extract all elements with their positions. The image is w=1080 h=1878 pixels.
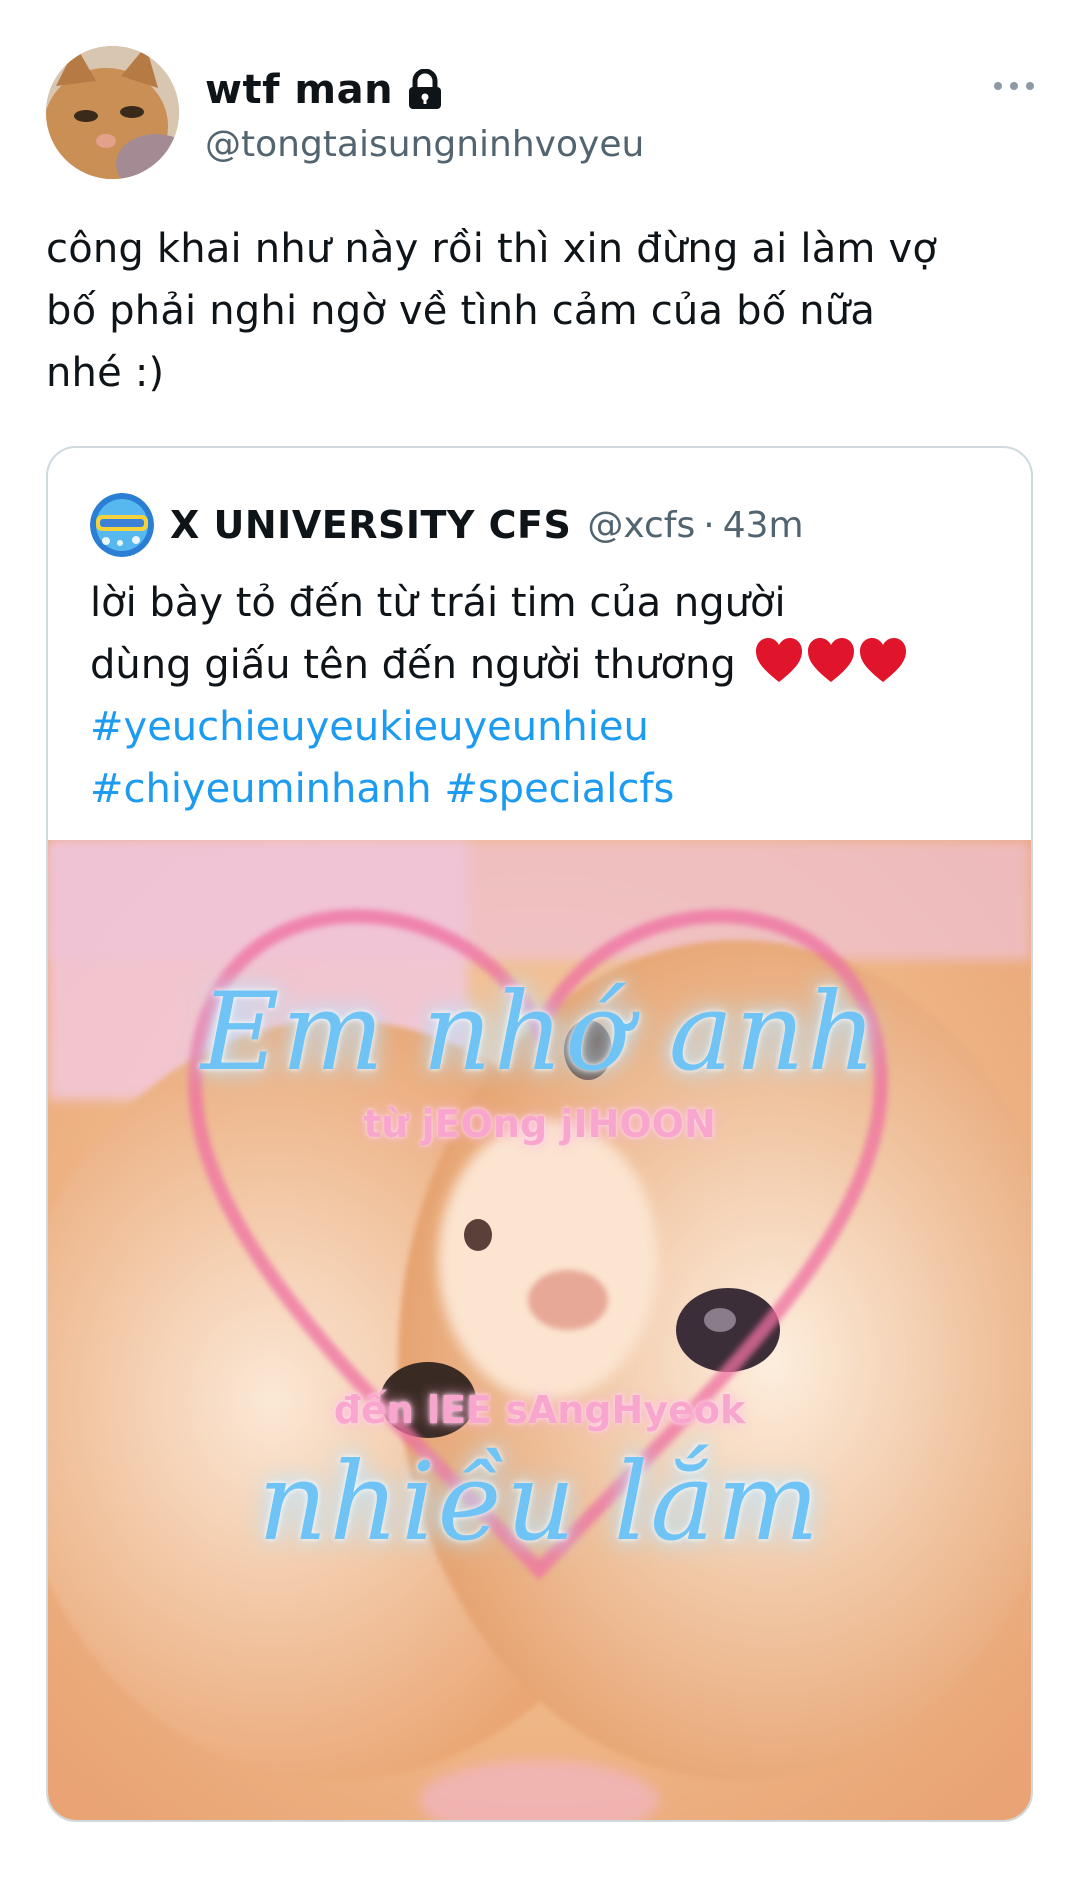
avatar[interactable] [46, 46, 179, 179]
quoted-text-line: lời bày tỏ đến từ trái tim của người [90, 580, 786, 626]
hashtag-line: #chiyeuminhanh #specialcfs [90, 758, 1000, 820]
quoted-tweet-header: X UNIVERSITY CFS @xcfs · 43m [90, 492, 804, 558]
display-name-row: wtf man [205, 60, 443, 120]
quoted-tweet-text: lời bày tỏ đến từ trái tim của người dùn… [90, 572, 1000, 820]
hashtag-link[interactable]: #specialcfs [444, 766, 674, 812]
tweet-text-line: nhé :) [46, 350, 165, 396]
hashtag-link[interactable]: #chiyeuminhanh [90, 766, 432, 812]
cat-avatar-image [46, 46, 179, 179]
display-name[interactable]: wtf man [205, 67, 393, 113]
quoted-tweet-card[interactable]: X UNIVERSITY CFS @xcfs · 43m lời bày tỏ … [46, 446, 1033, 1822]
hashtag-line: #yeuchieuyeukieuyeunhieu [90, 696, 1000, 758]
tweet-header: wtf man @tongtaisungninhvoyeu [46, 46, 1036, 181]
tweet-text-line: bố phải nghi ngờ về tình cảm của bố nữa [46, 288, 876, 334]
kittens-heart-image [48, 840, 1031, 1820]
quoted-display-name[interactable]: X UNIVERSITY CFS [170, 503, 571, 547]
timestamp[interactable]: 43m [723, 505, 804, 546]
separator-dot: · [703, 504, 715, 546]
more-horizontal-icon[interactable] [992, 76, 1036, 96]
quoted-tweet-image[interactable]: Em nhớ anh từ jEOng jIHOON đến lEE sAngH… [48, 840, 1031, 1820]
tweet-text-line: công khai như này rồi thì xin đừng ai là… [46, 226, 938, 272]
hashtag-link[interactable]: #yeuchieuyeukieuyeunhieu [90, 704, 649, 750]
lock-icon [409, 69, 442, 109]
quoted-text-line: dùng giấu tên đến người thương [90, 642, 736, 688]
user-handle[interactable]: @tongtaisungninhvoyeu [205, 124, 644, 165]
red-heart-emoji-icon [756, 638, 907, 682]
quoted-handle[interactable]: @xcfs [587, 505, 695, 546]
quoted-avatar[interactable] [90, 493, 154, 557]
tweet-text: công khai như này rồi thì xin đừng ai là… [46, 218, 1036, 404]
university-logo-icon [90, 493, 154, 557]
quoted-text-line-with-hearts: dùng giấu tên đến người thương [90, 634, 1000, 696]
